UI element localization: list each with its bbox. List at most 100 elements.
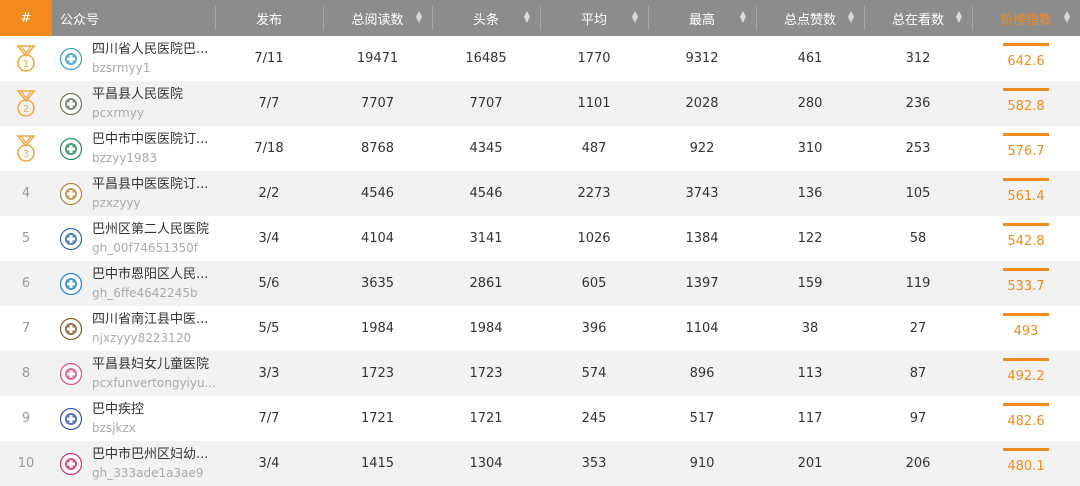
account-name[interactable]: 平昌县妇女儿童医院	[92, 356, 212, 374]
header-total-likes-label: 总点赞数	[783, 12, 836, 28]
wci-value: 542.8	[1007, 234, 1045, 249]
account-cell[interactable]: 巴中市中医医院订... bzzyy1983	[52, 126, 215, 171]
account-cell[interactable]: 巴州区第二人民医院 gh_00f74651350f	[52, 216, 215, 261]
rank-number: 5	[21, 231, 31, 246]
header-max[interactable]: 最高 ▲ ▼	[648, 0, 756, 36]
total-watching: 312	[905, 51, 931, 66]
hospital-logo-icon	[60, 182, 82, 205]
headline-reads: 1723	[469, 366, 503, 381]
table-row[interactable]: 9 巴中疾控 bzsjkzx 7/7 1721 1721 245 517 117…	[0, 396, 1080, 441]
table-body: 1 四川省人民医院巴... bzsrmyy1 7/11 19471 16485 …	[0, 36, 1080, 486]
total-reads: 1415	[360, 456, 395, 471]
average-reads: 1770	[577, 51, 611, 66]
medal-icon: 1	[16, 44, 36, 72]
account-cell[interactable]: 平昌县妇女儿童医院 pcxfunvertongyiyu...	[52, 351, 216, 396]
total-likes: 136	[797, 186, 823, 201]
account-id: njxzyyy8223120	[92, 330, 192, 345]
sort-icon[interactable]: ▲ ▼	[416, 10, 422, 24]
average-reads: 2273	[577, 186, 611, 201]
account-cell[interactable]: 巴中疾控 bzsjkzx	[52, 396, 215, 441]
header-wci[interactable]: 新榜指数 ▲ ▼	[972, 0, 1080, 36]
headline-reads: 4345	[469, 141, 503, 156]
account-cell[interactable]: 巴中市巴州区妇幼... gh_333ade1a3ae9	[52, 441, 215, 486]
wci-value: 492.2	[1007, 369, 1045, 384]
account-id: pcxrmyy	[92, 105, 144, 120]
svg-text:2: 2	[23, 104, 29, 115]
rank-medal: 2	[0, 81, 52, 126]
table-row[interactable]: 6 巴中市恩阳区人民... gh_6ffe4642245b 5/6 3635 2…	[0, 261, 1080, 306]
svg-text:3: 3	[23, 149, 29, 160]
table-row[interactable]: 10 巴中市巴州区妇幼... gh_333ade1a3ae9 3/4 1415 …	[0, 441, 1080, 486]
max-reads: 9312	[685, 51, 719, 66]
publish-count: 3/4	[258, 456, 280, 471]
table-row[interactable]: 2 平昌县人民医院 pcxrmyy 7/7 7707 7707 1101 202…	[0, 81, 1080, 126]
total-reads: 1984	[360, 321, 395, 336]
headline-reads: 2861	[469, 276, 503, 291]
total-watching: 253	[905, 141, 931, 156]
account-name[interactable]: 四川省南江县中医...	[92, 311, 208, 329]
account-cell[interactable]: 巴中市恩阳区人民... gh_6ffe4642245b	[52, 261, 215, 306]
publish-count: 3/3	[258, 366, 280, 381]
account-name[interactable]: 巴中市中医医院订...	[92, 131, 208, 149]
account-id: gh_333ade1a3ae9	[92, 465, 204, 480]
average-reads: 245	[581, 411, 607, 426]
account-name[interactable]: 平昌县中医医院订...	[92, 176, 208, 194]
total-reads: 19471	[356, 51, 399, 66]
publish-count: 2/2	[258, 186, 280, 201]
account-cell[interactable]: 平昌县人民医院 pcxrmyy	[52, 81, 215, 126]
account-name[interactable]: 平昌县人民医院	[92, 86, 183, 104]
table-row[interactable]: 1 四川省人民医院巴... bzsrmyy1 7/11 19471 16485 …	[0, 36, 1080, 81]
wci-bar	[1003, 88, 1049, 91]
header-headline-label: 头条	[472, 12, 499, 28]
account-id: pzxzyyy	[92, 195, 141, 210]
header-total-watching[interactable]: 总在看数 ▲ ▼	[864, 0, 972, 36]
table-row[interactable]: 7 四川省南江县中医... njxzyyy8223120 5/5 1984 19…	[0, 306, 1080, 351]
account-cell[interactable]: 四川省南江县中医... njxzyyy8223120	[52, 306, 215, 351]
header-average[interactable]: 平均 ▲ ▼	[540, 0, 648, 36]
total-watching: 119	[905, 276, 931, 291]
account-name[interactable]: 巴州区第二人民医院	[92, 221, 209, 239]
sort-icon[interactable]: ▲ ▼	[1064, 10, 1070, 24]
table-row[interactable]: 8 平昌县妇女儿童医院 pcxfunvertongyiyu... 3/3 172…	[0, 351, 1080, 396]
sort-icon[interactable]: ▲ ▼	[524, 10, 530, 24]
cdc-logo-icon	[60, 407, 82, 430]
account-name[interactable]: 巴中市巴州区妇幼...	[92, 446, 208, 464]
account-name[interactable]: 四川省人民医院巴...	[92, 41, 208, 59]
headline-reads: 1304	[469, 456, 503, 471]
header-total-reads[interactable]: 总阅读数 ▲ ▼	[323, 0, 432, 36]
max-reads: 2028	[685, 96, 719, 111]
max-reads: 922	[689, 141, 715, 156]
total-watching: 58	[909, 231, 927, 246]
sort-icon[interactable]: ▲ ▼	[956, 10, 962, 24]
wci-bar	[1003, 133, 1049, 136]
sort-icon[interactable]: ▲ ▼	[740, 10, 746, 24]
table-row[interactable]: 4 平昌县中医医院订... pzxzyyy 2/2 4546 4546 2273…	[0, 171, 1080, 216]
medal-icon: 3	[16, 134, 36, 162]
wci-value: 642.6	[1007, 54, 1045, 69]
sort-icon[interactable]: ▲ ▼	[848, 10, 854, 24]
wci-value: 493	[1013, 324, 1039, 339]
account-id: bzsjkzx	[92, 420, 136, 435]
account-id: gh_00f74651350f	[92, 240, 199, 255]
account-cell[interactable]: 四川省人民医院巴... bzsrmyy1	[52, 36, 215, 81]
sort-icon[interactable]: ▲ ▼	[632, 10, 638, 24]
account-name[interactable]: 巴中疾控	[92, 401, 144, 419]
hospital-logo-icon	[60, 362, 82, 385]
total-reads: 3635	[360, 276, 395, 291]
account-id: gh_6ffe4642245b	[92, 285, 198, 300]
total-watching: 105	[905, 186, 931, 201]
table-row[interactable]: 5 巴州区第二人民医院 gh_00f74651350f 3/4 4104 314…	[0, 216, 1080, 261]
header-headline[interactable]: 头条 ▲ ▼	[432, 0, 540, 36]
rank-number: 9	[21, 411, 31, 426]
average-reads: 396	[581, 321, 607, 336]
table-row[interactable]: 3 巴中市中医医院订... bzzyy1983 7/18 8768 4345 4…	[0, 126, 1080, 171]
wci-bar	[1003, 313, 1049, 316]
total-watching: 27	[909, 321, 927, 336]
header-total-likes[interactable]: 总点赞数 ▲ ▼	[756, 0, 864, 36]
account-cell[interactable]: 平昌县中医医院订... pzxzyyy	[52, 171, 215, 216]
account-name[interactable]: 巴中市恩阳区人民...	[92, 266, 208, 284]
average-reads: 487	[581, 141, 607, 156]
wci-cell: 576.7	[972, 126, 1080, 171]
wci-value: 480.1	[1007, 459, 1045, 474]
average-reads: 1101	[577, 96, 611, 111]
